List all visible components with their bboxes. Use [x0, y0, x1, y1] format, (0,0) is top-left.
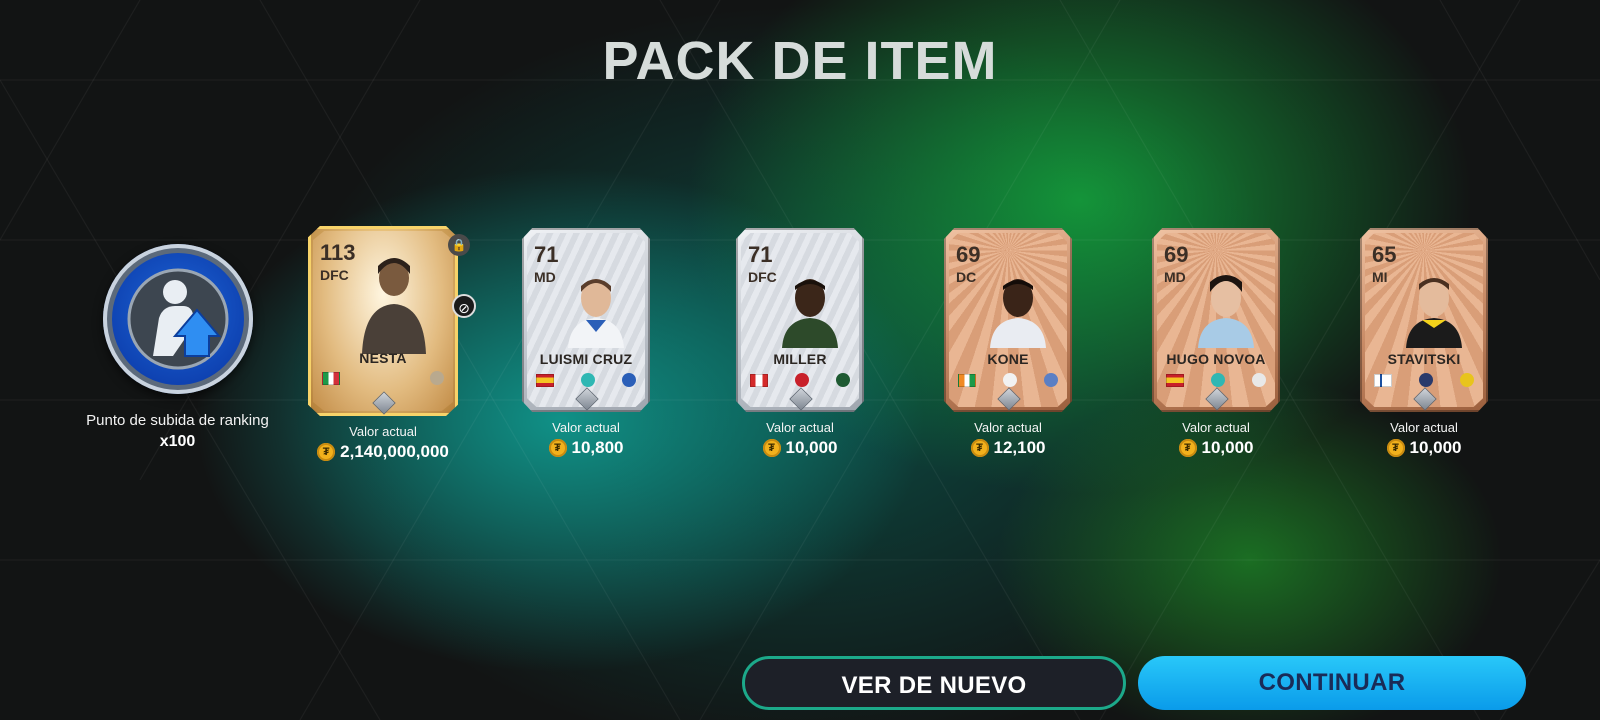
rank-item-label: Punto de subida de ranking: [86, 412, 269, 429]
coin-icon: ₮: [1386, 439, 1405, 457]
player-rating: 71: [534, 242, 559, 267]
player-position: MI: [1372, 269, 1388, 285]
player-name: MILLER: [773, 351, 827, 367]
player-position: DFC: [748, 269, 777, 285]
player-value-amount: 10,000: [785, 438, 838, 457]
value-label: Valor actual: [349, 424, 417, 439]
player-rating: 69: [956, 242, 981, 267]
coin-icon: ₮: [762, 439, 781, 457]
player-badges: [1374, 371, 1474, 389]
player-card[interactable]: 113 DFC NESTA: [308, 226, 458, 416]
value-label: Valor actual: [974, 420, 1042, 435]
player-value: ₮ 12,100: [923, 438, 1093, 458]
coin-icon: ₮: [548, 439, 567, 457]
coin-icon: ₮: [317, 443, 336, 461]
player-name: STAVITSKI: [1387, 351, 1461, 367]
player-position: MD: [1164, 269, 1186, 285]
player-portrait: [568, 279, 624, 348]
club-crest-icon: [1252, 373, 1266, 387]
player-portrait: [1198, 275, 1254, 348]
player-card-slot-nesta[interactable]: 113 DFC NESTA 🔒 ⊘ Valor actual ₮ 2,140,0…: [298, 226, 476, 462]
player-value: ₮ 10,000: [1131, 438, 1301, 458]
value-label: Valor actual: [1182, 420, 1250, 435]
player-value-amount: 10,000: [1409, 438, 1462, 457]
league-logo-icon: [795, 373, 809, 387]
player-badges: [958, 371, 1058, 389]
player-card-slot-kone[interactable]: 69 DC KONE Valor actual ₮ 12,100: [923, 228, 1093, 458]
player-rating: 65: [1372, 242, 1397, 267]
player-card[interactable]: 65 MI STAVITSKI: [1360, 228, 1488, 412]
untradeable-icon: ⊘: [452, 294, 476, 318]
player-value: ₮ 10,000: [1339, 438, 1509, 458]
flag-italy-icon: [322, 371, 340, 385]
player-name: HUGO NOVOA: [1166, 351, 1266, 367]
player-value-amount: 10,000: [1201, 438, 1254, 457]
player-value: ₮ 2,140,000,000: [298, 442, 468, 462]
player-name: NESTA: [359, 350, 407, 366]
player-position: DC: [956, 269, 977, 285]
flag-canada-icon: [750, 373, 768, 387]
league-logo-icon: [1003, 373, 1017, 387]
player-card-slot-miller[interactable]: 71 DFC MILLER Valor actual ₮ 10,000: [715, 228, 885, 458]
player-name: KONE: [987, 351, 1029, 367]
player-portrait: [990, 279, 1046, 348]
player-rating: 69: [1164, 242, 1189, 267]
player-card-slot-stavitski[interactable]: 65 MI STAVITSKI Valor actual ₮ 10,000: [1339, 228, 1509, 458]
player-position: MD: [534, 269, 556, 285]
player-portrait: [782, 279, 838, 348]
player-rating: 71: [748, 242, 773, 267]
player-position: DFC: [320, 267, 349, 283]
coin-icon: ₮: [1178, 439, 1197, 457]
league-logo-icon: [1419, 373, 1433, 387]
player-value: ₮ 10,800: [501, 438, 671, 458]
flag-finland-icon: [1374, 373, 1392, 387]
rank-up-icon: [127, 268, 228, 370]
value-label: Valor actual: [1390, 420, 1458, 435]
value-label: Valor actual: [766, 420, 834, 435]
club-crest-icon: [622, 373, 636, 387]
page-title: PACK DE ITEM: [602, 31, 998, 91]
flag-ireland-icon: [958, 373, 976, 387]
player-card[interactable]: 71 MD LUISMI CRUZ: [522, 228, 650, 412]
club-crest-icon: [1460, 373, 1474, 387]
rank-item-quantity: x100: [159, 433, 196, 450]
player-badges: [536, 371, 636, 389]
league-logo-icon: [581, 373, 595, 387]
view-again-button[interactable]: VER DE NUEVO: [742, 656, 1126, 710]
continue-button[interactable]: CONTINUAR: [1138, 656, 1526, 710]
player-value-amount: 10,800: [571, 438, 624, 457]
player-value-amount: 2,140,000,000: [340, 442, 449, 461]
flag-spain-icon: [1166, 373, 1184, 387]
flag-spain-icon: [536, 373, 554, 387]
player-rating: 113: [320, 240, 356, 265]
value-label: Valor actual: [552, 420, 620, 435]
player-badges: [322, 369, 444, 387]
club-crest-icon: [836, 373, 850, 387]
rank-up-badge: [102, 244, 253, 394]
coin-icon: ₮: [970, 439, 989, 457]
club-crest-icon: [1044, 373, 1058, 387]
player-name: LUISMI CRUZ: [539, 351, 633, 367]
player-card-slot-hugo-novoa[interactable]: 69 MD HUGO NOVOA Valor actual ₮ 10,000: [1131, 228, 1301, 458]
player-portrait: [362, 258, 426, 354]
player-value-amount: 12,100: [993, 438, 1046, 457]
player-value: ₮ 10,000: [715, 438, 885, 458]
player-portrait: [1406, 278, 1462, 348]
player-card[interactable]: 69 MD HUGO NOVOA: [1152, 228, 1280, 412]
lock-icon: 🔒: [448, 234, 470, 256]
club-crest-icon: [430, 371, 444, 385]
rank-point-item[interactable]: Punto de subida de ranking x100: [85, 240, 270, 451]
league-logo-icon: [1211, 373, 1225, 387]
player-card[interactable]: 69 DC KONE: [944, 228, 1072, 412]
player-badges: [1166, 371, 1266, 389]
player-card-slot-luismi-cruz[interactable]: 71 MD LUISMI CRUZ Valor actual ₮ 10,800: [501, 228, 671, 458]
player-card[interactable]: 71 DFC MILLER: [736, 228, 864, 412]
player-badges: [750, 371, 850, 389]
